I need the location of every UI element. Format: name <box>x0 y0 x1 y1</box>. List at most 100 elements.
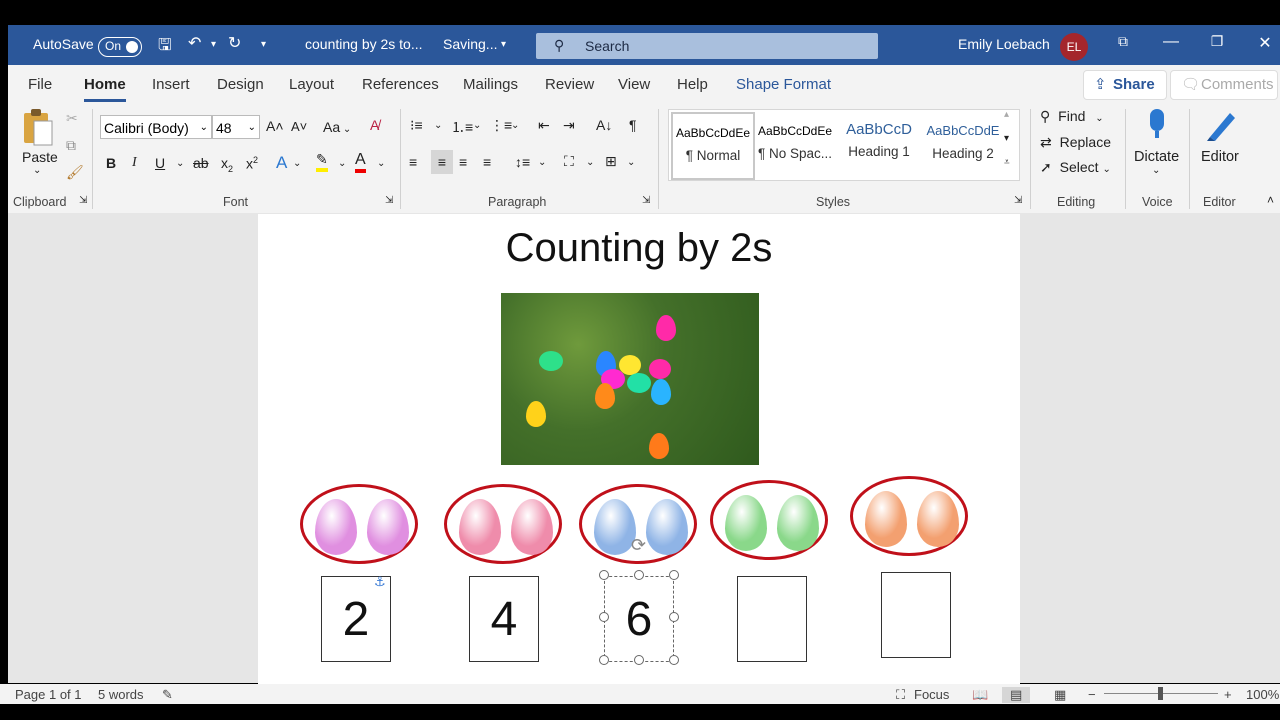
proofing-icon[interactable]: ✎ <box>162 687 173 703</box>
avatar[interactable]: EL <box>1060 33 1088 61</box>
tab-mailings[interactable]: Mailings <box>463 76 518 93</box>
multilevel-list-icon[interactable]: ⋮≡ <box>490 117 512 134</box>
focus-label[interactable]: Focus <box>914 687 949 702</box>
style-normal[interactable]: AaBbCcDdEe ¶ Normal <box>671 112 755 180</box>
styles-scroll-down-icon[interactable]: ▾ <box>1004 133 1009 144</box>
close-icon[interactable]: ✕ <box>1250 33 1280 53</box>
tab-help[interactable]: Help <box>677 76 708 93</box>
subscript-icon[interactable]: x2 <box>221 155 233 174</box>
redo-icon[interactable]: ↻ <box>228 33 241 53</box>
document-title[interactable]: counting by 2s to... <box>305 36 423 52</box>
bullets-dropdown-icon[interactable]: ⌄ <box>434 120 442 131</box>
align-right-icon[interactable]: ≡ <box>459 154 467 170</box>
align-center-icon[interactable]: ≡ <box>431 150 453 174</box>
highlight-icon[interactable]: ✎ <box>316 151 328 172</box>
count-box-selected[interactable]: 6 <box>604 576 674 662</box>
find-button[interactable]: ⚲ Find ⌄ <box>1040 108 1104 125</box>
tab-home[interactable]: Home <box>84 76 126 102</box>
user-name[interactable]: Emily Loebach <box>958 36 1050 52</box>
tab-references[interactable]: References <box>362 76 439 93</box>
style-no-spacing[interactable]: AaBbCcDdEe ¶ No Spac... <box>755 112 835 176</box>
egg-group-oval[interactable] <box>710 480 828 560</box>
resize-handle[interactable] <box>669 655 679 665</box>
italic-icon[interactable]: I <box>132 155 137 171</box>
resize-handle[interactable] <box>669 570 679 580</box>
egg-group-oval[interactable] <box>850 476 968 556</box>
page-title[interactable]: Counting by 2s <box>258 226 1020 271</box>
dictate-button[interactable] <box>1146 107 1168 144</box>
resize-handle[interactable] <box>634 655 644 665</box>
sort-icon[interactable]: A↓ <box>596 117 612 133</box>
styles-launcher-icon[interactable]: ⇲ <box>1014 195 1022 206</box>
page-count[interactable]: Page 1 of 1 <box>15 687 82 702</box>
restore-icon[interactable]: ❐ <box>1202 33 1232 50</box>
style-heading-1[interactable]: AaBbCcD Heading 1 <box>839 112 919 176</box>
align-left-icon[interactable]: ≡ <box>409 154 417 170</box>
tab-insert[interactable]: Insert <box>152 76 190 93</box>
numbering-icon[interactable]: ⒈≡ <box>451 117 473 137</box>
styles-scroll-up-icon[interactable]: ▴ <box>1004 109 1009 120</box>
tab-file[interactable]: File <box>28 76 52 93</box>
shrink-font-icon[interactable]: A˅ <box>291 119 307 134</box>
count-box[interactable] <box>737 576 807 662</box>
share-button[interactable]: ⇪ Share <box>1083 70 1167 100</box>
style-heading-2[interactable]: AaBbCcDdE Heading 2 <box>923 112 1003 176</box>
save-icon[interactable]: 🖫 <box>158 34 172 61</box>
cut-icon[interactable]: ✂ <box>66 110 78 127</box>
tab-review[interactable]: Review <box>545 76 594 93</box>
easter-eggs-photo[interactable] <box>501 293 759 465</box>
select-button[interactable]: ➚ Select ⌄ <box>1040 159 1111 176</box>
resize-handle[interactable] <box>599 655 609 665</box>
tab-layout[interactable]: Layout <box>289 76 334 93</box>
line-spacing-icon[interactable]: ↕≡ <box>515 154 530 170</box>
text-effects-icon[interactable]: A <box>276 153 287 173</box>
paste-label[interactable]: Paste <box>22 149 58 165</box>
bullets-icon[interactable]: ⁝≡ <box>410 117 423 134</box>
decrease-indent-icon[interactable]: ⇤ <box>538 117 550 134</box>
undo-dropdown-icon[interactable]: ▾ <box>211 39 216 50</box>
zoom-slider-thumb[interactable] <box>1158 687 1163 700</box>
ribbon-display-icon[interactable]: ⧉ <box>1108 33 1138 50</box>
resize-handle[interactable] <box>599 570 609 580</box>
text-effects-dropdown-icon[interactable]: ⌄ <box>293 158 301 169</box>
zoom-level[interactable]: 100% <box>1246 687 1279 702</box>
clear-formatting-icon[interactable]: A̸ <box>370 117 379 133</box>
tab-view[interactable]: View <box>618 76 650 93</box>
dictate-dropdown-icon[interactable]: ⌄ <box>1152 165 1160 176</box>
increase-indent-icon[interactable]: ⇥ <box>563 117 575 134</box>
paste-button[interactable] <box>20 107 56 147</box>
shading-icon[interactable]: ⛶ <box>564 153 574 170</box>
editor-button[interactable] <box>1204 107 1238 146</box>
undo-icon[interactable]: ↶ <box>188 33 201 53</box>
focus-icon[interactable]: ⛶ <box>896 687 905 703</box>
egg-group-oval[interactable] <box>444 484 562 564</box>
title-dropdown-icon[interactable]: ▾ <box>501 39 506 50</box>
borders-dropdown-icon[interactable]: ⌄ <box>627 157 635 168</box>
superscript-icon[interactable]: x2 <box>246 155 258 172</box>
collapse-ribbon-icon[interactable]: ˄ <box>1267 193 1274 207</box>
egg-group-oval[interactable]: ⟳ <box>579 484 697 564</box>
copy-icon[interactable]: ⧉ <box>66 137 76 154</box>
word-count[interactable]: 5 words <box>98 687 144 702</box>
paragraph-launcher-icon[interactable]: ⇲ <box>642 195 650 206</box>
font-color-dropdown-icon[interactable]: ⌄ <box>377 158 385 169</box>
search-box[interactable]: ⚲ Search <box>536 33 878 59</box>
save-status[interactable]: Saving... <box>443 36 497 52</box>
font-size-select[interactable]: 48 ⌄ <box>212 115 260 139</box>
shading-dropdown-icon[interactable]: ⌄ <box>586 157 594 168</box>
minimize-icon[interactable]: — <box>1156 33 1186 51</box>
paste-dropdown-icon[interactable]: ⌄ <box>33 165 41 176</box>
resize-handle[interactable] <box>599 612 609 622</box>
web-layout-icon[interactable]: ▦ <box>1054 687 1066 703</box>
show-formatting-icon[interactable]: ¶ <box>629 117 637 133</box>
styles-more-icon[interactable]: ⩡ <box>1004 157 1010 168</box>
resize-handle[interactable] <box>669 612 679 622</box>
line-spacing-dropdown-icon[interactable]: ⌄ <box>538 157 546 168</box>
borders-icon[interactable]: ⊞ <box>605 153 617 170</box>
highlight-dropdown-icon[interactable]: ⌄ <box>338 158 346 169</box>
bold-icon[interactable]: B <box>106 155 116 171</box>
clipboard-launcher-icon[interactable]: ⇲ <box>79 195 87 206</box>
autosave-toggle[interactable]: On <box>98 37 142 57</box>
egg-group-oval[interactable] <box>300 484 418 564</box>
resize-handle[interactable] <box>634 570 644 580</box>
